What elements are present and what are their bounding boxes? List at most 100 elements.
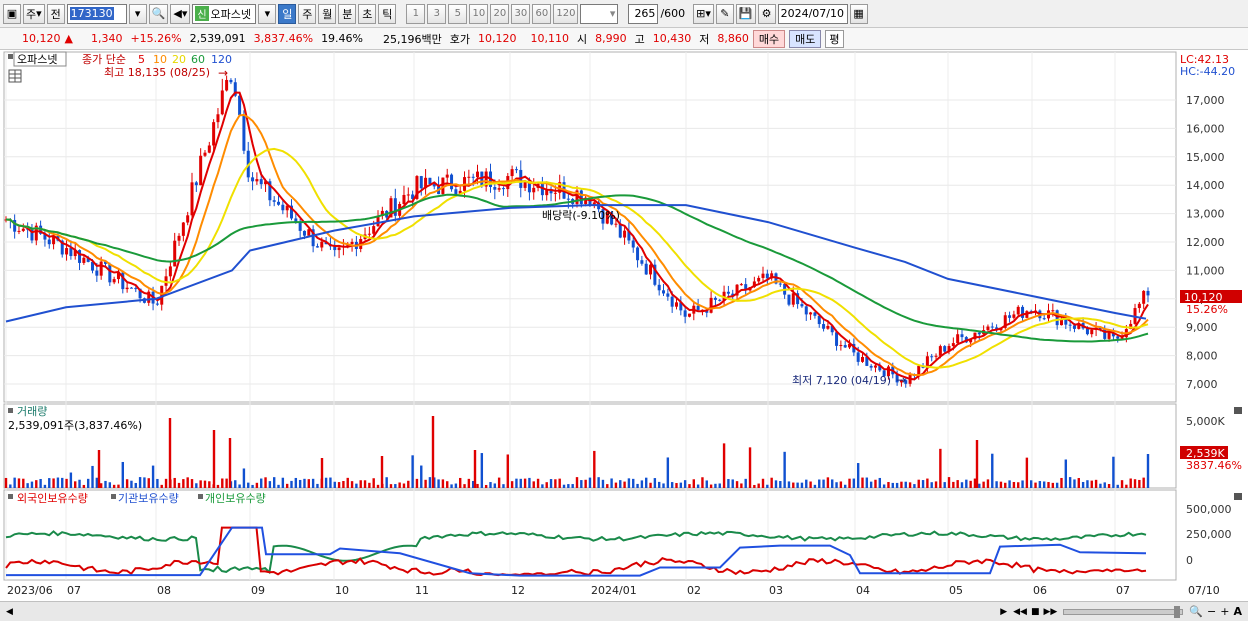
- font-a-icon[interactable]: A: [1233, 605, 1242, 618]
- ma-120-label[interactable]: 120: [211, 53, 232, 66]
- calendar-icon[interactable]: ▦: [849, 3, 868, 24]
- code-value: 173130: [69, 7, 114, 20]
- volume-bar: [190, 479, 194, 488]
- ma-60-label[interactable]: 60: [191, 53, 205, 66]
- interval-button[interactable]: 10: [469, 3, 489, 24]
- zoom-out-icon[interactable]: 🔍: [1189, 605, 1203, 618]
- candle-body: [636, 247, 640, 261]
- interval-button[interactable]: 120: [553, 3, 579, 24]
- volume-bar: [532, 481, 535, 488]
- interval-button[interactable]: 1: [406, 3, 426, 24]
- candle-body: [1042, 318, 1046, 320]
- volume-bar: [177, 482, 181, 488]
- market-select[interactable]: 주 ▾: [23, 3, 45, 24]
- scroll-end-icon[interactable]: ▶▶: [1044, 607, 1058, 617]
- holdings-panel-close-icon[interactable]: [1234, 493, 1242, 500]
- period-minute-button[interactable]: 분: [338, 3, 357, 24]
- volume-bar: [337, 482, 341, 488]
- chart-svg[interactable]: 17,000 16,000 15,000 14,000 13,000 12,000 11,0…: [0, 50, 1248, 601]
- candle-body: [203, 152, 207, 156]
- window-icon[interactable]: ▣: [3, 3, 21, 24]
- candle-body: [69, 248, 73, 257]
- search-icon[interactable]: 🔍: [148, 3, 169, 24]
- volume-bar: [1094, 479, 1098, 488]
- save-icon[interactable]: 💾: [735, 3, 756, 24]
- period-second-button[interactable]: 초: [358, 3, 377, 24]
- foreign-label[interactable]: 외국인보유수량: [17, 492, 88, 505]
- ma-10-label[interactable]: 10: [153, 53, 167, 66]
- volume-panel-close-icon[interactable]: [1234, 407, 1242, 414]
- ma-5-label[interactable]: 5: [138, 53, 145, 66]
- volume-bar: [91, 465, 94, 488]
- period-month-button[interactable]: 월: [318, 3, 337, 24]
- interval-button[interactable]: 5: [448, 3, 468, 24]
- interval-button[interactable]: 3: [427, 3, 447, 24]
- scroll-right-icon[interactable]: ▶: [1000, 607, 1007, 617]
- scroll-start-icon[interactable]: ◀◀: [1013, 607, 1027, 617]
- panel-marker-icon: [198, 494, 203, 499]
- stock-dropdown-icon[interactable]: ▾: [258, 3, 277, 24]
- date-input[interactable]: 2024/07/10: [777, 3, 848, 24]
- plus-icon[interactable]: +: [1220, 605, 1229, 618]
- market-label: 주: [26, 7, 37, 21]
- sell-button[interactable]: 매도: [789, 29, 822, 48]
- candle-body: [181, 222, 185, 236]
- volume-bar: [904, 481, 907, 488]
- turnover: 19.46%: [321, 32, 364, 45]
- volume-bar: [1077, 478, 1080, 488]
- volume-bar: [1055, 482, 1059, 488]
- candle-body: [861, 356, 864, 362]
- candle-body: [302, 230, 306, 236]
- volume-bar: [740, 483, 743, 488]
- volume-bar: [869, 481, 873, 488]
- bottom-scrollbar[interactable]: ◀ ▶ ◀◀ ■ ▶▶ 🔍 − + A: [0, 601, 1248, 621]
- ma-20-label[interactable]: 20: [172, 53, 186, 66]
- candle-body: [1016, 306, 1020, 315]
- period-tick-button[interactable]: 틱: [378, 3, 397, 24]
- buy-button[interactable]: 매수: [752, 29, 786, 48]
- ma-label[interactable]: 종가 단순: [82, 53, 126, 66]
- interval-button[interactable]: 20: [490, 3, 510, 24]
- period-day-button[interactable]: 일: [278, 3, 297, 24]
- stock-name-box[interactable]: 신 오파스넷: [192, 3, 257, 24]
- code-input[interactable]: 173130: [66, 3, 127, 24]
- draw-tool-icon[interactable]: ✎: [715, 3, 734, 24]
- period-week-button[interactable]: 주: [298, 3, 317, 24]
- x-axis-label: 07: [67, 584, 81, 597]
- individual-label[interactable]: 개인보유수량: [205, 492, 266, 505]
- chart-area[interactable]: 17,000 16,000 15,000 14,000 13,000 12,000 11,0…: [0, 50, 1248, 601]
- volume-bar: [489, 482, 492, 488]
- zoom-slider-thumb[interactable]: [1174, 605, 1181, 618]
- volume-bar: [86, 478, 90, 488]
- volume-bar: [554, 479, 557, 488]
- open-label: 시: [577, 32, 588, 46]
- volume-bar: [1146, 454, 1150, 488]
- chart-type-icon[interactable]: ⊞▾: [693, 3, 714, 24]
- count-input[interactable]: 265: [628, 3, 659, 24]
- toolbar: ▣ 주 ▾ 전 173130 ▾ 🔍 ◀▾ 신 오파스넷 ▾ 일 주 월 분 초 틱…: [0, 0, 1248, 28]
- volume-bar: [761, 478, 765, 488]
- speaker-icon[interactable]: ◀▾: [170, 3, 191, 24]
- candle-body: [272, 200, 276, 202]
- volume-bar: [515, 478, 518, 488]
- price-y-tick: 14,000: [1186, 179, 1225, 192]
- zoom-slider[interactable]: [1063, 605, 1184, 618]
- interval-button[interactable]: 30: [511, 3, 531, 24]
- candle-body: [277, 201, 281, 205]
- volume-bar: [921, 480, 925, 488]
- settings-gear-icon[interactable]: ⚙: [757, 3, 776, 24]
- volume-bar: [908, 482, 912, 488]
- volume-bar: [372, 478, 375, 488]
- price-y-tick: 7,000: [1186, 378, 1218, 391]
- volume-title[interactable]: 거래량: [17, 405, 47, 418]
- average-button[interactable]: 평: [825, 29, 844, 48]
- volume-bar: [346, 477, 349, 488]
- code-dropdown-icon[interactable]: ▾: [128, 3, 147, 24]
- scroll-left-icon[interactable]: ◀: [6, 607, 13, 617]
- minus-icon[interactable]: −: [1207, 605, 1216, 618]
- prev-button[interactable]: 전: [46, 3, 65, 24]
- interval-button[interactable]: 60: [532, 3, 552, 24]
- stop-icon[interactable]: ■: [1031, 607, 1040, 617]
- institution-label[interactable]: 기관보유수량: [118, 492, 179, 505]
- interval-input[interactable]: ▾: [580, 3, 619, 24]
